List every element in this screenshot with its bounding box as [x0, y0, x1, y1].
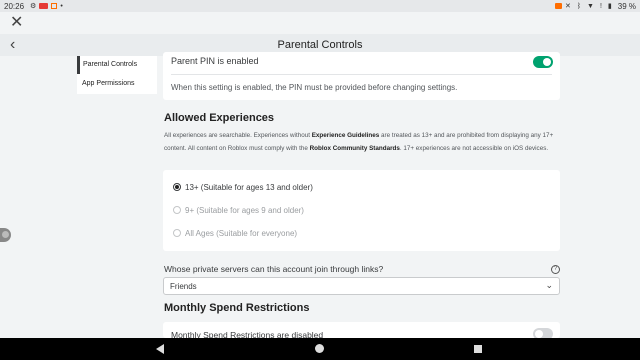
nav-home-icon[interactable]: [315, 344, 324, 353]
battery-level: 39 %: [617, 1, 636, 11]
parent-pin-card: Parent PIN is enabled When this setting …: [163, 52, 560, 100]
settings-sidebar: Parental Controls App Permissions: [77, 56, 157, 94]
radio-selected-icon: [173, 183, 181, 191]
more-dot-icon: •: [60, 2, 63, 10]
bluetooth-icon: ᛒ: [576, 2, 582, 10]
monthly-spend-heading: Monthly Spend Restrictions: [164, 302, 310, 314]
chevron-down-icon: ⌄: [545, 280, 553, 290]
monthly-spend-toggle[interactable]: [533, 328, 553, 338]
sidebar-item-parental-controls[interactable]: Parental Controls: [77, 56, 157, 74]
monthly-spend-label: Monthly Spend Restrictions are disabled: [171, 330, 324, 338]
divider: [171, 74, 552, 75]
allowed-experiences-heading: Allowed Experiences: [164, 112, 275, 124]
page-title: Parental Controls: [277, 39, 363, 51]
sidebar-item-app-permissions[interactable]: App Permissions: [77, 75, 157, 93]
parent-pin-label: Parent PIN is enabled: [171, 56, 259, 66]
help-icon[interactable]: ?: [551, 265, 560, 274]
system-nav-bar: [0, 338, 640, 360]
radio-icon: [173, 206, 181, 214]
experience-guidelines-link[interactable]: Experience Guidelines: [312, 132, 380, 139]
community-standards-link[interactable]: Roblox Community Standards: [310, 145, 400, 152]
nav-back-icon[interactable]: [156, 344, 164, 354]
alert-icon: !: [599, 2, 602, 10]
youtube-icon: [39, 3, 49, 9]
allowed-experiences-options: 13+ (Suitable for ages 13 and older) 9+ …: [163, 170, 560, 251]
description-text-1: All experiences are searchable. Experien…: [164, 132, 312, 139]
option-label: 9+ (Suitable for ages 9 and older): [185, 205, 304, 215]
option-9-plus[interactable]: 9+ (Suitable for ages 9 and older): [173, 203, 304, 217]
private-servers-value: Friends: [170, 282, 197, 291]
mute-icon: ✕: [564, 3, 571, 10]
option-13-plus[interactable]: 13+ (Suitable for ages 13 and older): [173, 180, 313, 194]
option-label: 13+ (Suitable for ages 13 and older): [185, 182, 313, 192]
floating-avatar-tab[interactable]: [0, 228, 11, 242]
close-icon[interactable]: ✕: [10, 15, 26, 31]
option-all-ages[interactable]: All Ages (Suitable for everyone): [173, 226, 297, 240]
toggle-knob: [535, 330, 543, 338]
toggle-knob: [543, 58, 551, 66]
allowed-experiences-description: All experiences are searchable. Experien…: [164, 130, 559, 155]
parent-pin-description: When this setting is enabled, the PIN mu…: [171, 83, 458, 92]
parent-pin-toggle[interactable]: [533, 56, 553, 68]
avatar-icon: [2, 231, 9, 238]
status-bar: 20:26 ⚙ • ✕ ᛒ ▼ ! ▮ 39 %: [0, 0, 640, 12]
radio-icon: [173, 229, 181, 237]
monthly-spend-card: Monthly Spend Restrictions are disabled: [163, 322, 560, 338]
option-label: All Ages (Suitable for everyone): [185, 228, 298, 238]
settings-icon: ⚙: [30, 3, 37, 10]
battery-icon: ▮: [607, 3, 612, 10]
close-bar: ✕: [0, 12, 640, 34]
wifi-icon: ▼: [587, 2, 594, 10]
notification-badge-icon: [554, 3, 562, 9]
private-servers-select[interactable]: Friends ⌄: [163, 277, 560, 295]
private-servers-question: Whose private servers can this account j…: [164, 264, 384, 274]
status-time: 20:26: [4, 1, 25, 11]
notification-icon: [51, 3, 58, 9]
description-text-3: . 17+ experiences are not accessible on …: [399, 144, 549, 152]
nav-recents-icon[interactable]: [474, 345, 482, 353]
